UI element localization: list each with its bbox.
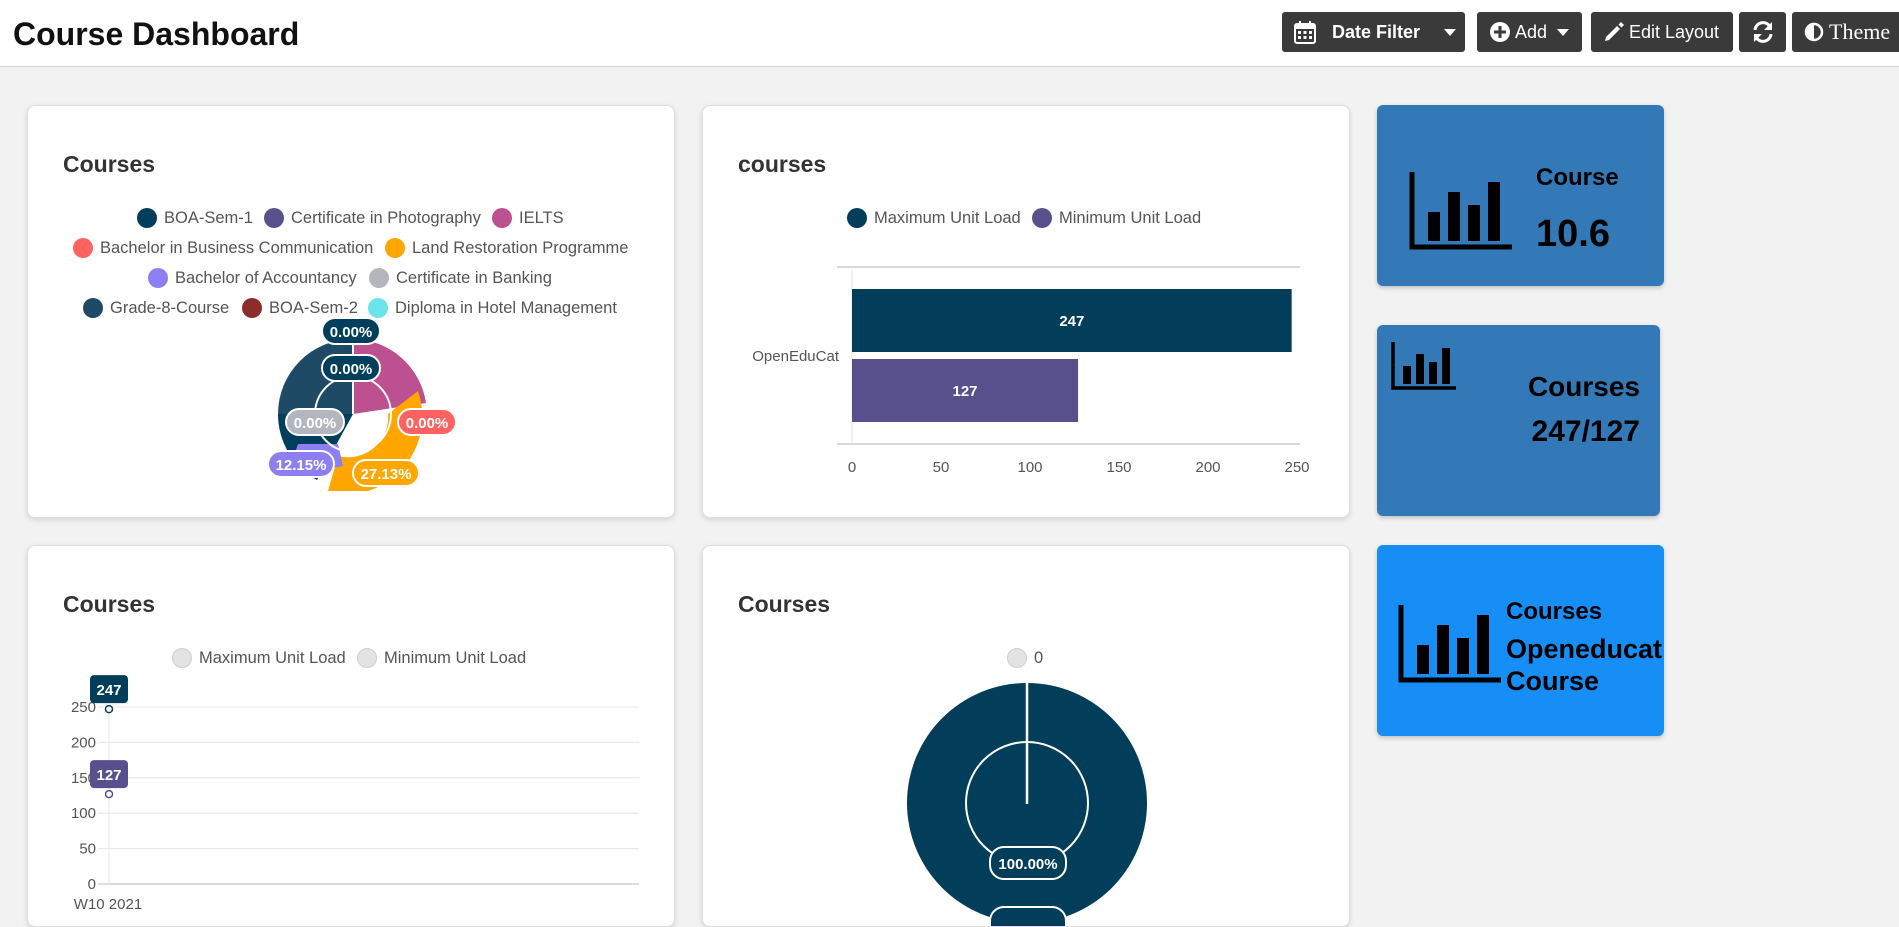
stat-title: Courses	[1527, 371, 1640, 402]
contrast-icon	[1804, 22, 1824, 42]
stat-course-name[interactable]: Courses Openeducat Course	[1377, 545, 1664, 736]
refresh-icon	[1753, 21, 1772, 43]
stat-unit-load-ratio[interactable]: Courses 247/127	[1377, 325, 1660, 516]
data-label-text: 0.00%	[406, 415, 449, 432]
x-tick-label: W10 2021	[74, 896, 142, 913]
bar-chart-icon	[1398, 605, 1501, 683]
data-label-text: 100.00%	[998, 856, 1057, 873]
x-tick-label: 0	[848, 459, 856, 476]
theme-label: Theme	[1829, 19, 1891, 44]
add-label: Add	[1515, 21, 1548, 42]
edit-layout-button[interactable]: Edit Layout	[1591, 12, 1733, 52]
x-tick-label: 50	[933, 459, 950, 476]
y-tick-label: 100	[71, 805, 96, 822]
y-tick-label: 0	[88, 876, 96, 893]
bar-chart-icon	[1409, 172, 1512, 250]
line-point[interactable]	[104, 704, 114, 714]
pie-chart-widget: Courses BOA-Sem-1 Certificate in Photogr…	[27, 105, 675, 518]
stat-course-average[interactable]: Course 10.6	[1377, 105, 1664, 286]
edit-layout-label: Edit Layout	[1629, 21, 1720, 42]
y-tick-label: 50	[79, 841, 96, 858]
stat-title: Courses	[1506, 598, 1603, 625]
bar-chart-widget: courses Maximum Unit Load Minimum Unit L…	[702, 105, 1350, 518]
data-label: 0.00%	[321, 354, 381, 382]
data-label: 0.00%	[285, 408, 345, 436]
top-bar: Course Dashboard Date Filter Add Edit La…	[0, 0, 1899, 67]
x-tick-label: 150	[1106, 459, 1131, 476]
data-label: 0.00%	[321, 317, 381, 345]
stat-value: 247/127	[1531, 415, 1640, 448]
data-label: 0.00%	[397, 408, 457, 436]
bar-chart-icon	[1391, 342, 1456, 390]
refresh-button[interactable]	[1739, 12, 1786, 52]
data-label-text: 12.15%	[276, 457, 327, 474]
date-filter-label: Date Filter	[1332, 21, 1421, 42]
data-label: 12.15%	[267, 450, 335, 478]
x-tick-label: 100	[1017, 459, 1042, 476]
data-label-text: 27.13%	[361, 466, 412, 483]
line-data-label: 247	[96, 682, 121, 699]
date-filter-button[interactable]: Date Filter	[1282, 12, 1465, 52]
data-label-text: 0.00%	[330, 324, 373, 341]
data-label-text: 0.00%	[330, 361, 373, 378]
y-tick-label: OpenEduCat	[752, 348, 840, 365]
calendar-icon	[1294, 21, 1316, 44]
x-tick-label: 250	[1284, 459, 1309, 476]
data-label-secondary	[989, 906, 1067, 926]
x-tick-label: 200	[1195, 459, 1220, 476]
chevron-down-icon	[1444, 28, 1457, 36]
line-chart: 050100150200250W10 2021247127	[71, 675, 639, 913]
page-title: Course Dashboard	[13, 16, 300, 52]
chevron-down-icon	[1557, 28, 1570, 36]
line-data-label: 127	[96, 767, 121, 784]
y-tick-label: 200	[71, 734, 96, 751]
data-label: 100.00%	[989, 846, 1067, 880]
bar-data-label: 127	[953, 383, 978, 400]
bar-chart: 0 50 100 150 200 250 OpenEduCat 247 127	[752, 266, 1310, 476]
donut-chart: 100.00%	[907, 683, 1147, 926]
stat-value: Openeducat Course	[1506, 634, 1663, 696]
donut-chart-widget: Courses 0 100.00%	[702, 545, 1350, 927]
line-point[interactable]	[104, 789, 114, 799]
pencil-icon	[1605, 22, 1624, 41]
add-button[interactable]: Add	[1477, 12, 1582, 52]
data-label-text: 0.00%	[294, 415, 337, 432]
stat-value: 10.6	[1536, 213, 1610, 255]
stat-title: Course	[1536, 164, 1619, 191]
pie-chart: 0.00% 0.00% 0.00% 0.00% 12.15% 27.13%	[267, 317, 457, 491]
bar-data-label: 247	[1059, 313, 1084, 330]
plus-circle-icon	[1490, 22, 1510, 42]
data-label: 27.13%	[352, 459, 420, 487]
line-chart-widget: Courses Maximum Unit Load Minimum Unit L…	[27, 545, 675, 927]
theme-button[interactable]: Theme	[1792, 12, 1899, 52]
